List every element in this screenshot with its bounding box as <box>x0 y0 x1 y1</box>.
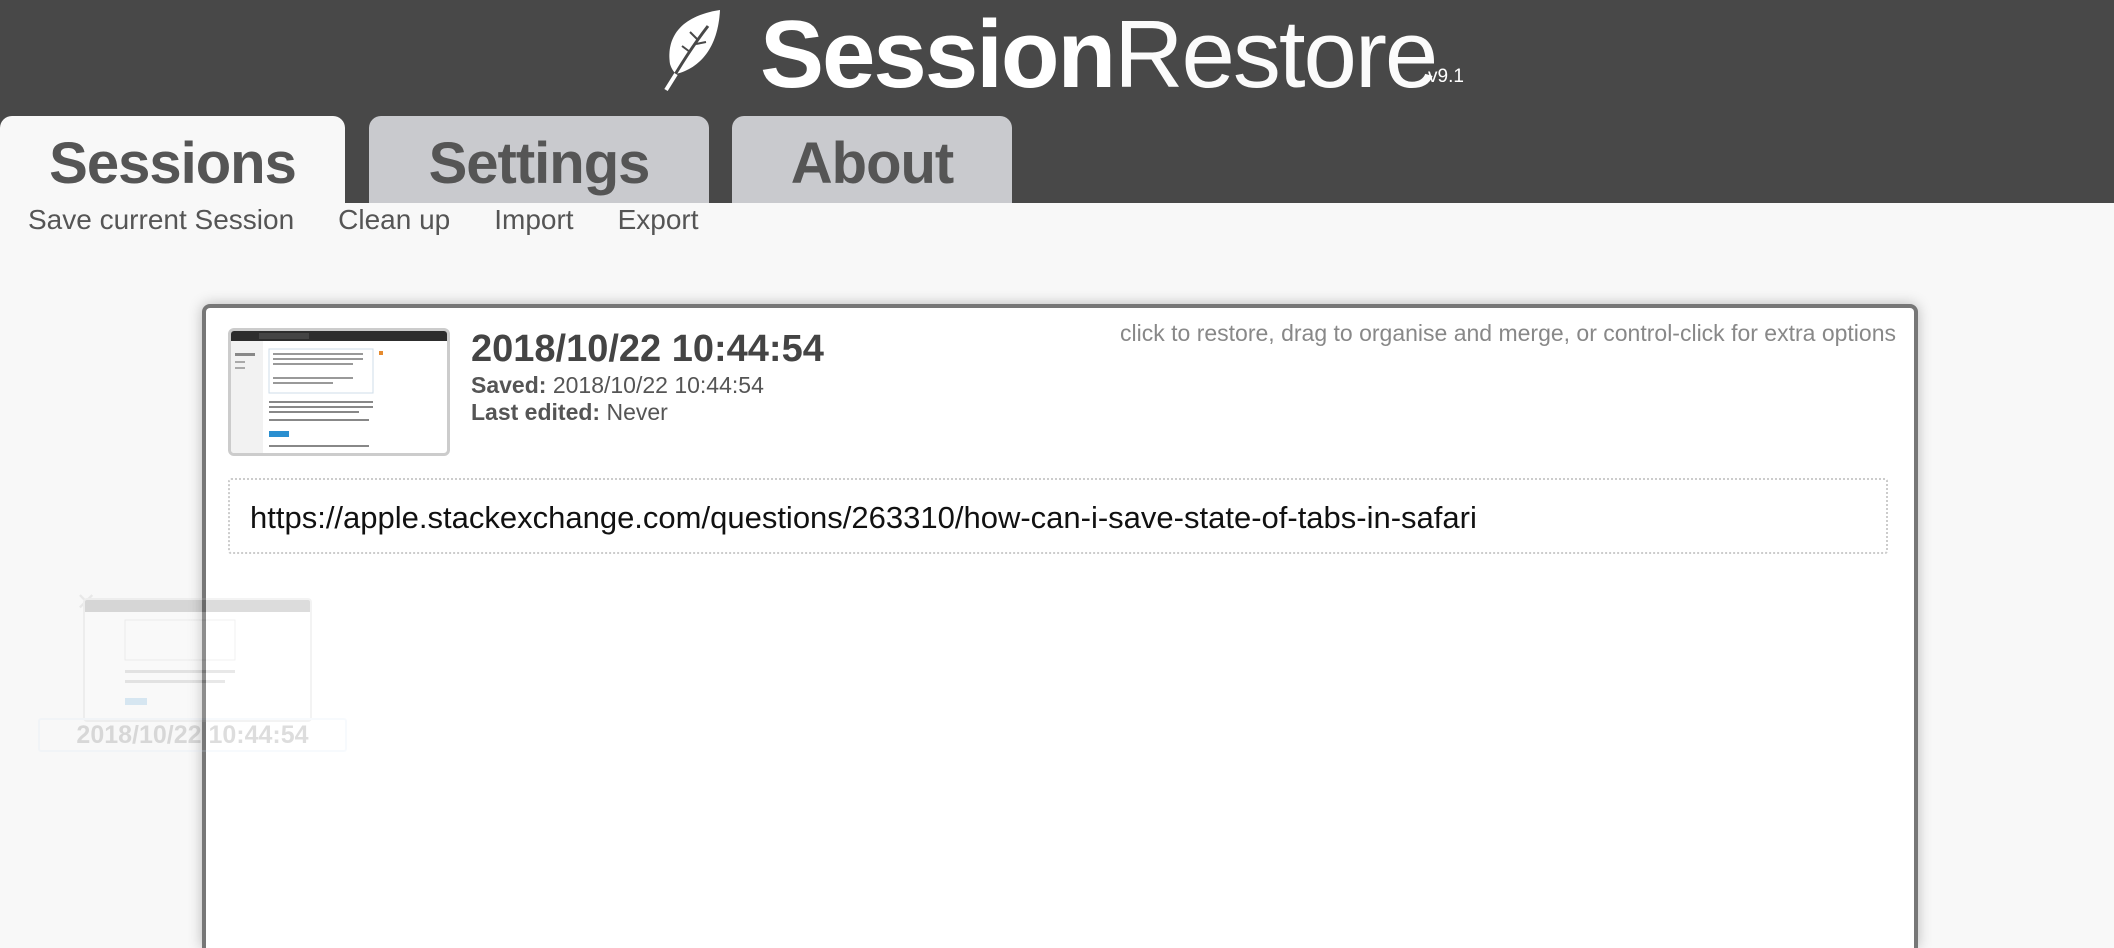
saved-value: 2018/10/22 10:44:54 <box>552 372 764 398</box>
usage-hint: click to restore, drag to organise and m… <box>1120 320 1896 346</box>
export-button[interactable]: Export <box>618 200 699 240</box>
session-card[interactable]: 2018/10/22 10:44:54 Saved: 2018/10/22 10… <box>202 304 1918 948</box>
clean-up-button[interactable]: Clean up <box>338 200 450 240</box>
saved-info: Saved: 2018/10/22 10:44:54 <box>471 372 764 399</box>
session-tab-url[interactable]: https://apple.stackexchange.com/question… <box>228 478 1888 554</box>
app-title: SessionRestore <box>760 0 1438 110</box>
save-current-session-button[interactable]: Save current Session <box>28 200 294 240</box>
session-thumbnail[interactable] <box>228 328 450 456</box>
app-title-light: Restore <box>1114 1 1438 108</box>
leaf-icon <box>664 10 720 92</box>
last-edited-label: Last edited: <box>471 399 601 425</box>
close-icon: ✕ <box>76 589 97 616</box>
thumbnail-screenshot <box>231 331 447 453</box>
tab-sessions[interactable]: Sessions <box>0 116 345 203</box>
tab-settings[interactable]: Settings <box>369 116 709 203</box>
saved-label: Saved: <box>471 372 547 398</box>
app-header: SessionRestore v9.1 Sessions Settings Ab… <box>0 0 2114 203</box>
tab-about[interactable]: About <box>732 116 1012 203</box>
app-title-bold: Session <box>760 1 1116 108</box>
session-title: 2018/10/22 10:44:54 <box>471 328 824 370</box>
version-label: v9.1 <box>1428 66 1464 87</box>
session-actions: Save current Session Clean up Import Exp… <box>28 200 743 240</box>
last-edited-value: Never <box>606 399 668 425</box>
last-edited-info: Last edited: Never <box>471 399 668 426</box>
import-button[interactable]: Import <box>494 200 573 240</box>
app-logo: SessionRestore v9.1 <box>0 0 2114 115</box>
